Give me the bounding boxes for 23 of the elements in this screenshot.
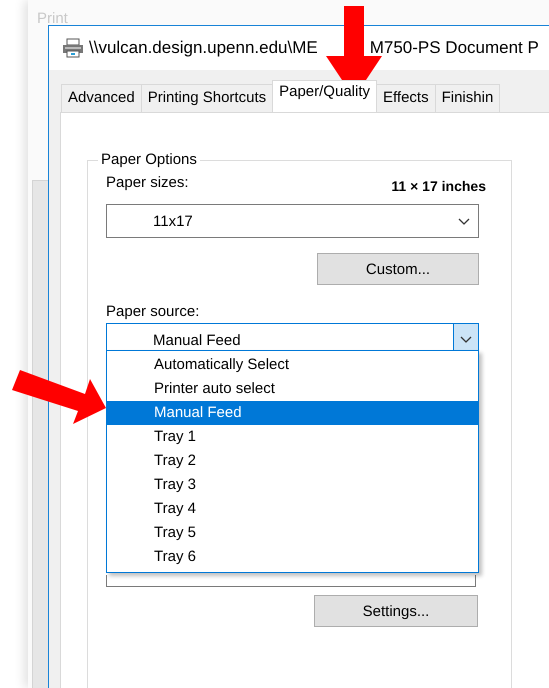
dropdown-option[interactable]: Tray 2 [107,449,478,473]
dropdown-option[interactable]: Tray 5 [107,521,478,545]
printer-icon [62,38,84,58]
tab[interactable]: Paper/Quality [272,80,377,112]
group-title: Paper Options [98,151,200,168]
tab[interactable]: Advanced [61,84,142,112]
paper-size-dropdown[interactable]: 11x17 [106,204,479,238]
dropdown-option[interactable]: Tray 4 [107,497,478,521]
dropdown-option[interactable]: Tray 1 [107,425,478,449]
field-label: Paper sizes: [106,174,189,193]
custom-button[interactable]: Custom... [317,253,479,285]
chevron-icon [460,336,472,344]
paper-dimensions: 11 × 17 inches [391,178,486,194]
dropdown-option[interactable]: Manual Feed [107,401,478,425]
dropdown-option[interactable]: Printer auto select [107,377,478,401]
tab[interactable]: Finishin [434,84,500,112]
dropdown-option[interactable]: Tray 3 [107,473,478,497]
window-title: M750-PS Document P [370,38,539,58]
window-title: \\vulcan.design.upenn.edu\ME [89,38,318,58]
chevron-icon [458,218,470,226]
settings-button[interactable]: Settings... [314,595,478,627]
dropdown-option[interactable]: Tray 6 [107,545,478,569]
field-label: Paper source: [106,303,200,320]
